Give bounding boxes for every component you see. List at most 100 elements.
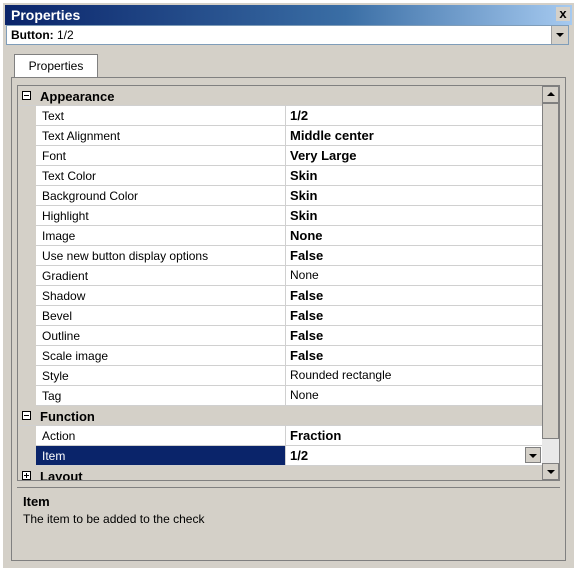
property-name: Style [42,369,69,383]
tab-properties[interactable]: Properties [14,54,98,78]
property-row[interactable]: Tag None [18,386,543,406]
row-gutter [18,266,36,286]
property-value[interactable]: Skin [290,208,317,223]
property-name: Outline [42,329,81,343]
column-divider [285,126,286,146]
column-divider [285,306,286,326]
chevron-down-icon[interactable] [525,447,541,463]
column-divider [285,346,286,366]
category-label: Layout [40,469,83,481]
property-row[interactable]: Scale image False [18,346,543,366]
column-divider [285,326,286,346]
column-divider [285,106,286,126]
column-divider [285,426,286,446]
column-divider [285,266,286,286]
property-name: Text Alignment [42,129,121,143]
column-divider [285,166,286,186]
property-row[interactable]: Image None [18,226,543,246]
property-value[interactable]: Middle center [290,128,374,143]
property-name: Tag [42,389,62,403]
row-gutter [18,386,36,406]
row-gutter [18,326,36,346]
category-layout[interactable]: Layout [18,466,543,481]
property-row[interactable]: Text 1/2 [18,106,543,126]
category-function[interactable]: Function [18,406,543,426]
property-row[interactable]: Style Rounded rectangle [18,366,543,386]
property-value[interactable]: False [290,248,323,263]
expand-icon[interactable] [22,471,31,480]
property-value[interactable]: 1/2 [290,108,308,123]
property-row[interactable]: Highlight Skin [18,206,543,226]
property-row[interactable]: Action Fraction [18,426,543,446]
property-row[interactable]: Bevel False [18,306,543,326]
property-name: Shadow [42,289,86,303]
property-value[interactable]: False [290,348,323,363]
selection-highlight [36,446,285,465]
scroll-thumb[interactable] [542,103,559,439]
property-value[interactable]: False [290,308,323,323]
row-gutter [18,186,36,206]
property-row[interactable]: Outline False [18,326,543,346]
description-text: The item to be added to the check [23,512,205,526]
property-row[interactable]: Shadow False [18,286,543,306]
scroll-up-icon[interactable] [542,86,559,103]
row-gutter [18,306,36,326]
property-value[interactable]: Skin [290,168,317,183]
row-gutter [18,226,36,246]
chevron-down-icon[interactable] [551,26,568,44]
property-value[interactable]: 1/2 [290,448,308,463]
column-divider [285,146,286,166]
window-title: Properties [11,7,81,23]
row-gutter [18,366,36,386]
property-name: Scale image [42,349,109,363]
property-value[interactable]: Very Large [290,148,357,163]
property-row[interactable]: Gradient None [18,266,543,286]
row-gutter [18,446,36,466]
property-value[interactable]: Fraction [290,428,341,443]
description-title: Item [23,494,50,509]
column-divider [285,186,286,206]
property-value[interactable]: Skin [290,188,317,203]
property-name: Action [42,429,76,443]
collapse-icon[interactable] [22,411,31,420]
object-selector-label: Button: 1/2 [11,28,74,42]
property-row[interactable]: Font Very Large [18,146,543,166]
property-name: Highlight [42,209,89,223]
column-divider [285,246,286,266]
category-appearance[interactable]: Appearance [18,86,543,106]
column-divider [285,206,286,226]
property-name: Bevel [42,309,73,323]
property-row[interactable]: Text Alignment Middle center [18,126,543,146]
row-gutter [18,286,36,306]
property-value[interactable]: None [290,228,323,243]
title-bar[interactable]: Properties x [5,5,572,25]
property-row[interactable]: Text Color Skin [18,166,543,186]
category-label: Appearance [40,89,115,104]
property-value[interactable]: None [290,268,319,282]
row-gutter [18,426,36,446]
property-value[interactable]: False [290,288,323,303]
property-name: Background Color [42,189,139,203]
property-value[interactable]: None [290,388,319,402]
property-value[interactable]: False [290,328,323,343]
property-row-selected[interactable]: Item 1/2 [18,446,543,466]
category-label: Function [40,409,95,424]
object-type-label: Button: [11,28,54,42]
property-row[interactable]: Use new button display options False [18,246,543,266]
property-row[interactable]: Background Color Skin [18,186,543,206]
collapse-icon[interactable] [22,91,31,100]
column-divider [285,286,286,306]
object-selector[interactable]: Button: 1/2 [6,25,569,45]
property-name: Image [42,229,76,243]
column-divider [285,446,286,466]
property-name: Use new button display options [42,249,209,263]
scroll-down-icon[interactable] [542,463,559,480]
row-gutter [18,246,36,266]
close-icon[interactable]: x [556,7,570,21]
property-grid: Appearance Text 1/2 Text Alignment Middl… [17,85,560,481]
row-gutter [18,206,36,226]
property-value[interactable]: Rounded rectangle [290,368,391,382]
object-name: 1/2 [57,28,74,42]
vertical-scrollbar[interactable] [542,86,559,480]
property-name: Font [42,149,67,163]
